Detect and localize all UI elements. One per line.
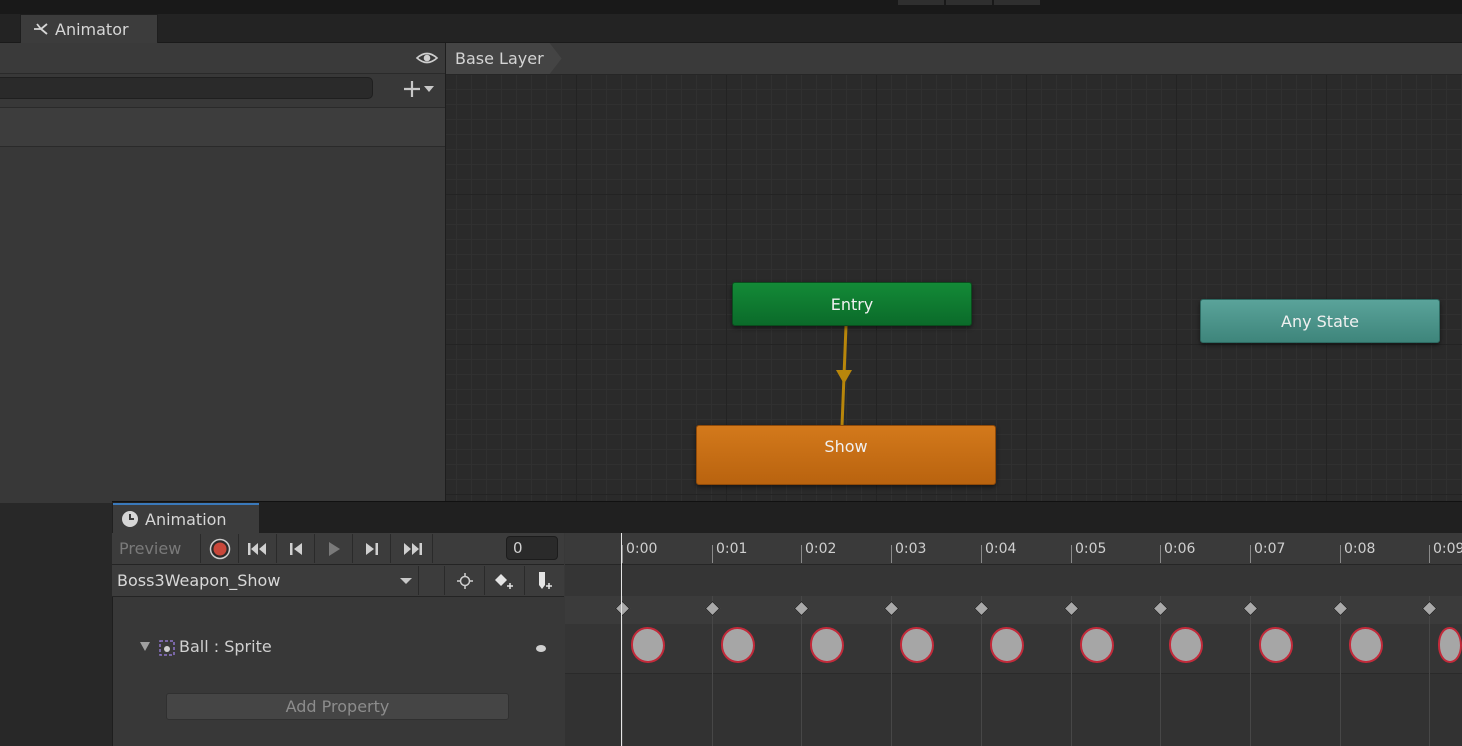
- clock-icon: [122, 511, 138, 527]
- timeline-grid-line: [1429, 596, 1430, 746]
- first-key-icon: [247, 542, 266, 555]
- filter-by-selection-button[interactable]: [444, 566, 484, 595]
- record-icon: [209, 538, 230, 559]
- timeline-tick: [1250, 545, 1251, 563]
- timeline-tick-label: 0:07: [1254, 541, 1286, 557]
- tab-animation-label: Animation: [145, 509, 227, 529]
- timeline-tick-label: 0:06: [1164, 541, 1196, 557]
- property-row[interactable]: Ball : Sprite: [113, 625, 564, 673]
- add-event-button[interactable]: [524, 566, 564, 595]
- plus-icon: [404, 81, 420, 97]
- eye-icon[interactable]: [415, 49, 439, 67]
- timeline-grid-line: [801, 596, 802, 746]
- add-keyframe-button[interactable]: [484, 566, 524, 595]
- event-lane[interactable]: [565, 565, 1462, 597]
- playhead[interactable]: [621, 533, 622, 746]
- timeline-grid-line: [622, 596, 623, 746]
- tab-animation[interactable]: Animation: [113, 503, 259, 533]
- timeline-grid-line: [1250, 596, 1251, 746]
- timeline-tick: [1071, 545, 1072, 563]
- timeline-tick-label: 0:05: [1075, 541, 1107, 557]
- timeline-grid-line: [712, 596, 713, 746]
- animation-tab-row: [112, 501, 1462, 534]
- state-any-state[interactable]: Any State: [1200, 299, 1440, 343]
- chevron-down-icon: [400, 577, 412, 584]
- timeline-tick-label: 0:04: [985, 541, 1017, 557]
- sprite-keyframe-thumbnail[interactable]: [1259, 627, 1293, 663]
- timeline-grid-line: [891, 596, 892, 746]
- crosshair-icon: [456, 572, 473, 589]
- record-button[interactable]: [201, 534, 239, 563]
- timeline-tick: [1340, 545, 1341, 563]
- previous-keyframe-button[interactable]: [277, 534, 315, 563]
- timeline-tick: [801, 545, 802, 563]
- sprite-keyframe-thumbnail[interactable]: [900, 627, 934, 663]
- add-parameter-button[interactable]: [398, 78, 438, 100]
- timeline-tick-label: 0:01: [716, 541, 748, 557]
- property-options-dot[interactable]: [536, 645, 546, 652]
- chevron-down-icon: [424, 86, 434, 92]
- timeline-tick: [622, 545, 623, 563]
- timeline-tick-label: 0:02: [805, 541, 837, 557]
- timeline-grid-line: [1160, 596, 1161, 746]
- timeline-tick: [1429, 545, 1430, 563]
- timeline-tick: [712, 545, 713, 563]
- add-property-button[interactable]: Add Property: [166, 693, 509, 720]
- prev-key-icon: [289, 542, 302, 555]
- sprite-renderer-icon: [159, 640, 175, 656]
- play-icon: [328, 541, 340, 556]
- play-button[interactable]: [315, 534, 353, 563]
- keyframe-summary-row: [565, 596, 1462, 625]
- next-keyframe-button[interactable]: [353, 534, 391, 563]
- sprite-keyframe-thumbnail[interactable]: [1080, 627, 1114, 663]
- timeline-grid-line: [981, 596, 982, 746]
- timeline-grid-line: [1071, 596, 1072, 746]
- timeline-tick-label: 0:09: [1433, 541, 1462, 557]
- tab-animator[interactable]: Animator: [20, 14, 158, 43]
- state-entry[interactable]: Entry: [732, 282, 972, 326]
- timeline-tick-label: 0:08: [1344, 541, 1376, 557]
- top-strip: [0, 0, 1462, 14]
- parameters-search-input[interactable]: [0, 77, 373, 99]
- sprite-keyframe-thumbnail[interactable]: [721, 627, 755, 663]
- frame-field[interactable]: [506, 536, 558, 560]
- top-toolbar-button[interactable]: [994, 0, 1040, 5]
- state-show[interactable]: Show: [696, 425, 996, 485]
- animator-icon: [34, 23, 48, 35]
- sprite-keyframe-thumbnail[interactable]: [1349, 627, 1383, 663]
- timeline-tick: [981, 545, 982, 563]
- first-keyframe-button[interactable]: [239, 534, 277, 563]
- timeline-tick-label: 0:03: [895, 541, 927, 557]
- clip-selector-dropdown[interactable]: Boss3Weapon_Show: [113, 566, 419, 595]
- clip-name: Boss3Weapon_Show: [117, 571, 281, 590]
- parameters-list-header: [0, 107, 445, 147]
- add-keyframe-icon: [494, 573, 513, 589]
- sprite-keyframe-thumbnail[interactable]: [810, 627, 844, 663]
- last-key-icon: [403, 542, 422, 555]
- top-toolbar-button[interactable]: [946, 0, 992, 5]
- transition-arrow[interactable]: [826, 326, 866, 426]
- next-key-icon: [365, 542, 378, 555]
- last-keyframe-button[interactable]: [391, 534, 433, 563]
- sprite-keyframe-thumbnail[interactable]: [990, 627, 1024, 663]
- sprite-keyframe-thumbnail[interactable]: [1438, 627, 1462, 663]
- parameters-toolbar: [0, 43, 445, 74]
- timeline-tick: [891, 545, 892, 563]
- graph-breadcrumb-bar: [446, 43, 1462, 75]
- breadcrumb-base-layer[interactable]: Base Layer: [446, 43, 562, 74]
- top-toolbar-button[interactable]: [898, 0, 944, 5]
- timeline-tick: [1160, 545, 1161, 563]
- timeline-grid-line: [1340, 596, 1341, 746]
- window-tab-row: [0, 14, 1462, 43]
- tab-animator-label: Animator: [55, 19, 129, 39]
- sprite-keyframe-thumbnail[interactable]: [1169, 627, 1203, 663]
- property-label: Ball : Sprite: [179, 637, 272, 656]
- sprite-keyframe-thumbnail[interactable]: [631, 627, 665, 663]
- add-event-icon: [538, 571, 552, 589]
- preview-button[interactable]: Preview: [113, 534, 201, 563]
- timeline-tick-label: 0:00: [626, 541, 658, 557]
- expand-toggle-icon[interactable]: [140, 642, 150, 651]
